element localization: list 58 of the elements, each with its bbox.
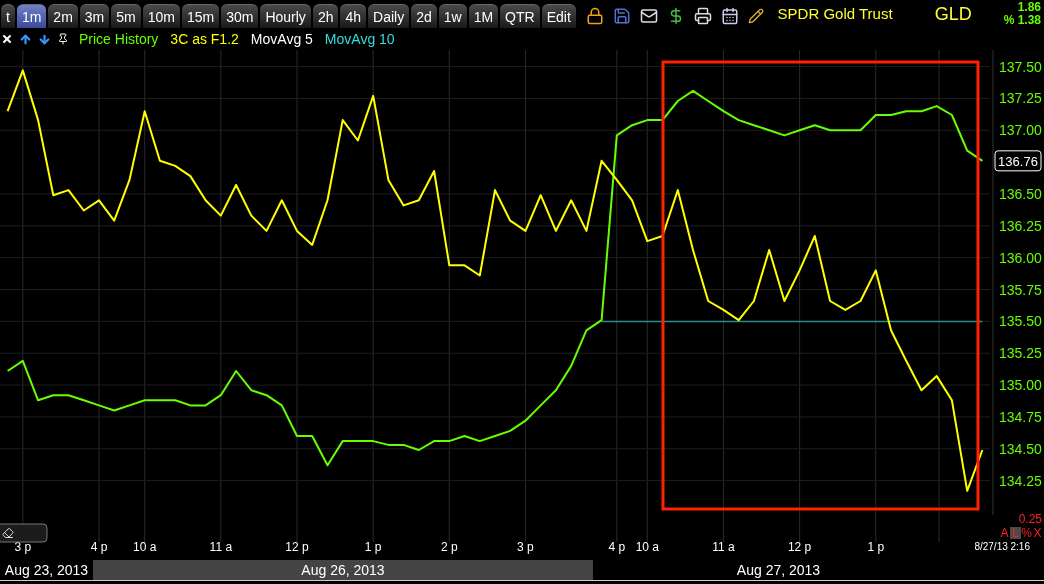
timeframe-tab[interactable]: 10m [142,4,180,28]
x-axis-label: 3 p [14,540,32,554]
y-axis-label: 134.25 [999,472,1042,489]
x-axis-label: 10 a [133,540,157,554]
timeframe-tab[interactable]: Edit [541,4,576,28]
y-axis-label: 137.00 [999,122,1042,139]
y-axis-label: 135.25 [999,345,1042,362]
y-axis-label: 135.50 [999,313,1042,330]
x-axis-label: 12 p [285,540,309,554]
legend-item: 3C as F1.2 [170,29,239,49]
y-axis-label: 136.50 [999,185,1042,202]
timestamp: 8/27/13 2:16 [974,541,1030,552]
y-axis-label: 134.50 [999,440,1042,457]
change-value: 1.86 [1017,1,1041,14]
legend-item: Price History [79,29,159,49]
x-axis-label: 2 p [440,540,458,554]
timeframe-tab[interactable]: 1w [438,4,467,28]
y-axis-label: 136.25 [999,217,1042,234]
timeframe-tab[interactable]: 2m [48,4,78,28]
scale-toggle[interactable]: A [1000,526,1009,540]
instrument-symbol: GLD [934,2,972,26]
timeframe-tab[interactable]: t [1,4,15,28]
timeframe-tab[interactable]: 4h [340,4,367,28]
x-axis-label: 1 p [364,540,382,554]
y-axis-label: 135.00 [999,377,1042,394]
timeframe-tab[interactable]: 30m [221,4,259,28]
x-axis-label: 4 p [608,540,626,554]
x-axis-label: 1 p [867,540,885,554]
x-axis-label: 12 p [787,540,812,554]
instrument-name: SPDR Gold Trust [777,3,893,24]
timeframe-tab[interactable]: 2h [312,4,339,28]
x-axis-label: 11 a [712,540,735,554]
timeframe-tab[interactable]: 5m [111,4,141,28]
x-axis-label: 4 p [90,540,108,554]
timeframe-tab[interactable]: 3m [79,4,110,28]
scale-toggle[interactable]: % [1021,526,1032,540]
timeframe-tab[interactable]: QTR [500,4,540,28]
last-price-badge: 136.76 [994,150,1042,172]
y-axis-label: 137.50 [999,58,1042,75]
x-axis-label: 3 p [517,540,534,554]
scale-reading: 0.25 [1018,512,1042,526]
x-axis-label: 11 a [209,540,233,554]
date-band: Aug 26, 2013 [93,560,593,580]
y-axis-label: 134.75 [999,408,1042,425]
y-axis-label: 136.00 [999,249,1042,266]
legend-item: MovAvg 10 [324,29,395,49]
timeframe-tab[interactable]: Hourly [260,4,311,28]
change-percent: % 1.38 [1003,14,1041,27]
timeframe-tab[interactable]: 1M [468,4,499,28]
timeframe-tab[interactable]: Daily [368,4,410,28]
legend-item: MovAvg 5 [250,29,313,49]
timeframe-tab[interactable]: 15m [181,4,220,28]
x-axis-label: 10 a [635,540,659,554]
timeframe-tab[interactable]: 2d [411,4,437,28]
y-axis-label: 135.75 [999,281,1042,298]
y-axis-label: 137.25 [999,90,1042,107]
timeframe-tab[interactable]: 1m [16,4,47,28]
scale-toggle[interactable]: X [1033,526,1042,540]
